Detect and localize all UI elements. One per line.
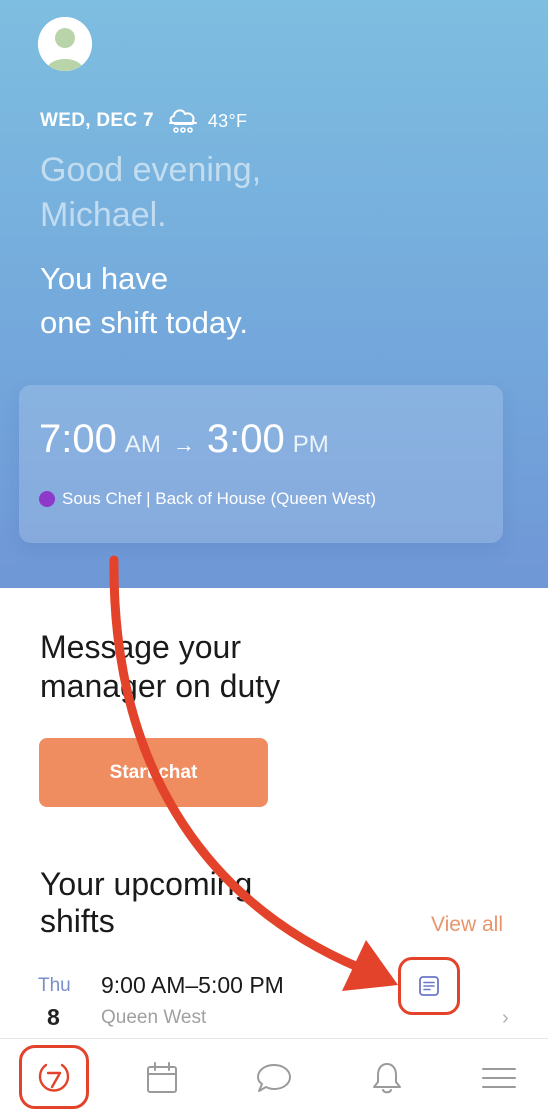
message-title-line-1: Message your	[40, 629, 241, 665]
header-hero: WED, DEC 7 43°F Good evening, Michael. Y…	[0, 0, 548, 588]
upcoming-shifts-title: Your upcoming shifts	[40, 866, 400, 940]
shift-note-button[interactable]	[398, 957, 460, 1015]
chat-bubble-icon	[257, 1064, 291, 1092]
shift-start-period: AM	[124, 431, 161, 458]
shift-role-label: Sous Chef | Back of House (Queen West)	[62, 489, 377, 508]
avatar[interactable]	[38, 17, 92, 71]
tab-schedule[interactable]	[137, 1053, 187, 1103]
today-shift-card[interactable]: 7:00 AM → 3:00 PM Sous Chef | Back of Ho…	[19, 385, 503, 543]
shift-time-range: 7:00 AM → 3:00 PM	[39, 417, 329, 462]
calendar-icon	[147, 1062, 177, 1093]
date-weather-row: WED, DEC 7 43°F	[40, 106, 247, 136]
shift-count-line-1: You have	[40, 261, 169, 296]
chevron-right-icon: ›	[502, 1007, 509, 1029]
bell-icon	[373, 1063, 401, 1094]
shift-end-time: 3:00	[206, 417, 285, 461]
shift-role-row: Sous Chef | Back of House (Queen West)	[39, 489, 376, 509]
greeting-line-1: Good evening,	[40, 151, 262, 189]
shift-count-line-2: one shift today.	[40, 305, 248, 340]
upcoming-title-line-1: Your upcoming	[40, 866, 253, 902]
greeting-line-2: Michael.	[40, 196, 167, 234]
rain-cloud-icon	[168, 109, 197, 133]
tab-messages[interactable]	[249, 1053, 299, 1103]
tab-menu[interactable]	[474, 1053, 524, 1103]
view-all-link[interactable]: View all	[431, 913, 503, 937]
role-color-dot	[39, 491, 55, 507]
message-title-line-2: manager on duty	[40, 668, 281, 704]
shift-end-period: PM	[292, 431, 329, 458]
shift-count-text: You have one shift today.	[40, 257, 510, 345]
bottom-tab-bar	[0, 1038, 548, 1116]
user-avatar-icon	[38, 17, 92, 71]
date-label: WED, DEC 7	[40, 110, 154, 131]
start-chat-button[interactable]: Start chat	[39, 738, 268, 807]
shift-day: Thu	[38, 975, 71, 996]
shift-date: 8	[47, 1004, 60, 1030]
tab-home[interactable]	[19, 1045, 89, 1109]
upcoming-shift-row[interactable]: Thu 8 9:00 AM–5:00 PM Queen West ›	[0, 957, 548, 1038]
message-manager-title: Message your manager on duty	[40, 628, 500, 706]
shift-start-time: 7:00	[39, 417, 117, 461]
greeting-text: Good evening, Michael.	[40, 148, 510, 238]
menu-icon	[482, 1068, 516, 1088]
tab-notifications[interactable]	[362, 1053, 412, 1103]
arrow-right-icon: →	[172, 432, 195, 457]
temperature-label: 43°F	[207, 110, 248, 131]
shift-location: Queen West	[101, 1007, 207, 1028]
home-logo-icon	[38, 1063, 70, 1092]
upcoming-title-line-2: shifts	[40, 903, 115, 939]
note-icon	[419, 976, 439, 996]
shift-hours: 9:00 AM–5:00 PM	[101, 972, 284, 998]
